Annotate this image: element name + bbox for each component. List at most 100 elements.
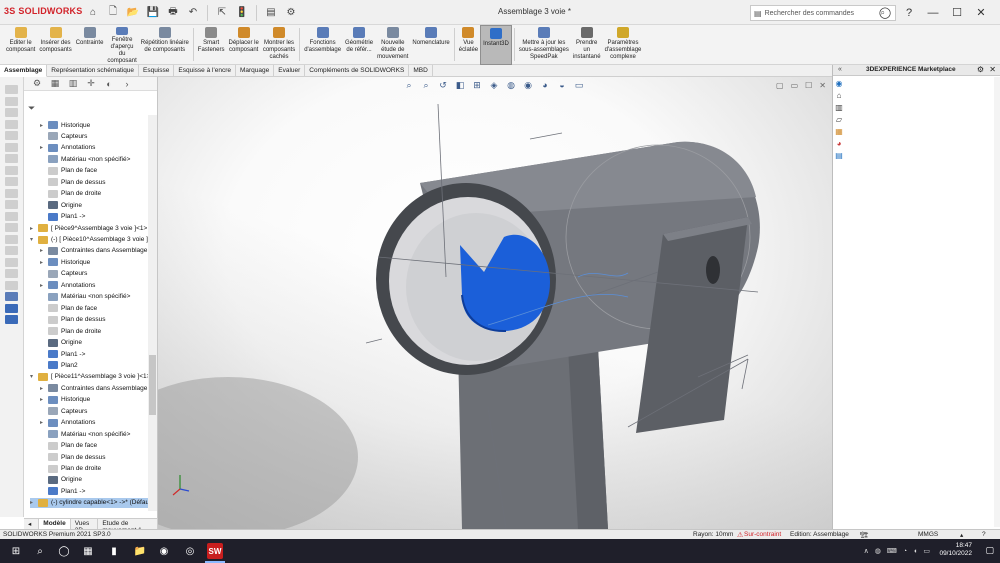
expand-arrow-icon[interactable]: ▸: [40, 144, 48, 151]
bottom-tab-0[interactable]: Modèle: [39, 519, 71, 529]
home-icon[interactable]: ⌂: [85, 4, 101, 20]
new-file-icon[interactable]: 🗋: [105, 4, 121, 20]
minimize-icon[interactable]: —: [924, 4, 942, 22]
file-explorer-icon[interactable]: 📁: [132, 543, 148, 559]
tree-node[interactable]: ▸ Historique: [40, 257, 90, 267]
system-clock[interactable]: 18:47 09/10/2022: [939, 542, 972, 558]
tab-0[interactable]: Assemblage: [0, 65, 48, 77]
scene-icon[interactable]: ◒: [556, 79, 568, 91]
expand-arrow-icon[interactable]: ▸: [30, 225, 38, 232]
folder-icon[interactable]: ▱: [833, 114, 845, 125]
tree-node[interactable]: Plan1 ->: [40, 486, 85, 496]
sketch-tool-icon[interactable]: [5, 246, 18, 255]
tree-node[interactable]: ▸ Historique: [40, 120, 90, 130]
tab-1[interactable]: Représentation schématique: [47, 65, 140, 77]
tree-node[interactable]: ▸ Contraintes dans Assemblage 3: [40, 246, 153, 256]
settings-icon[interactable]: ⚙: [977, 65, 984, 74]
tree-node[interactable]: ▸ Annotations: [40, 418, 95, 428]
tab-5[interactable]: Evaluer: [274, 65, 306, 77]
sketch-tool-icon[interactable]: [5, 131, 18, 140]
close-icon[interactable]: ✕: [972, 4, 990, 22]
tree-node[interactable]: Capteurs: [40, 131, 87, 141]
tree-node[interactable]: Plan de dessus: [40, 315, 105, 325]
sketch-tool-icon[interactable]: [5, 211, 18, 221]
tab-4[interactable]: Marquage: [236, 65, 275, 77]
smart-fasteners-button[interactable]: Smart Fasteners: [196, 25, 227, 65]
reference-geometry-button[interactable]: Géométrie de référ...: [343, 25, 375, 65]
view-palette-icon[interactable]: ▦: [833, 126, 845, 137]
dynamic-annotation-icon[interactable]: ⊞: [471, 79, 483, 91]
help-status-icon[interactable]: ?: [982, 531, 986, 538]
tree-node[interactable]: Plan de droite: [40, 464, 101, 474]
show-hidden-button[interactable]: Montrer les composants cachés: [261, 25, 297, 65]
constraint-status[interactable]: Sur-contraint: [744, 531, 781, 538]
units-dropdown-icon[interactable]: ▴: [960, 531, 963, 539]
expand-arrow-icon[interactable]: ▸: [40, 259, 48, 266]
tree-node[interactable]: Plan de dessus: [40, 452, 105, 462]
dimxpert-icon[interactable]: ✛: [84, 78, 98, 90]
home-icon[interactable]: ⌂: [833, 90, 845, 101]
collapse-pane-icon[interactable]: «: [838, 66, 842, 73]
feature-tree-icon[interactable]: ⚙: [30, 78, 44, 90]
tab-scroll-arrows[interactable]: ◂ ▸: [24, 519, 40, 536]
expand-arrow-icon[interactable]: ▸: [40, 282, 48, 289]
teams-icon[interactable]: ▮: [106, 543, 122, 559]
tree-node[interactable]: Matériau <non spécifié>: [40, 292, 130, 302]
constraint-button[interactable]: Contrainte: [74, 25, 106, 65]
tree-node[interactable]: Capteurs: [40, 406, 87, 416]
close-pane-icon[interactable]: ✕: [989, 65, 996, 74]
sketch-tool-icon[interactable]: [5, 257, 18, 267]
save-icon[interactable]: 💾: [145, 4, 161, 20]
task-view-icon[interactable]: ◯: [56, 543, 72, 559]
notification-icon[interactable]: ▢: [985, 545, 994, 556]
tree-node[interactable]: Plan de face: [40, 441, 97, 451]
linear-pattern-button[interactable]: Répétition linéaire de composants: [139, 25, 191, 65]
exploded-view-button[interactable]: Vue éclatée: [457, 25, 480, 65]
filter-icon[interactable]: ⏷: [28, 103, 35, 114]
preview-window-button[interactable]: Fenêtre d'aperçu du composant: [105, 25, 138, 65]
move-component-button[interactable]: Déplacer le composant: [226, 25, 260, 65]
solidworks-taskbar-icon[interactable]: SW: [207, 543, 223, 559]
tree-node[interactable]: Plan de dessus: [40, 177, 105, 187]
help-icon[interactable]: ?: [900, 4, 918, 22]
expand-arrow-icon[interactable]: ▾: [30, 236, 38, 243]
rebuild-icon[interactable]: 🚦: [234, 4, 250, 20]
tree-node[interactable]: Plan de face: [40, 166, 97, 176]
take-snapshot-button[interactable]: Prendre un instantané: [571, 25, 603, 65]
tab-3[interactable]: Esquisse à l'encre: [174, 65, 236, 77]
tree-node[interactable]: ▸ Annotations: [40, 280, 95, 290]
tray-expand-icon[interactable]: ∧: [864, 547, 869, 555]
viewport-close-icon[interactable]: ✕: [819, 81, 826, 90]
assembly-features-button[interactable]: Fonctions d'assemblage: [302, 25, 343, 65]
widgets-icon[interactable]: ▦: [80, 543, 96, 559]
tree-node[interactable]: ▾ [ Pièce11^Assemblage 3 voie ]<1>: [30, 372, 150, 382]
new-motion-study-button[interactable]: Nouvelle étude de mouvement: [375, 25, 410, 65]
file-properties-icon[interactable]: ▤: [263, 4, 279, 20]
section-view-icon[interactable]: ◧: [454, 79, 466, 91]
expand-arrow-icon[interactable]: ▸: [40, 385, 48, 392]
graphics-area[interactable]: ⌕ ⌕ ↺ ◧ ⊞ ◈ ◍ ◉ ◕ ◒ ▭ ▢ ▭ ☐ ✕: [158, 77, 832, 529]
insert-components-button[interactable]: Insérer des composants: [37, 25, 73, 65]
viewport-minimize-icon[interactable]: ▭: [791, 81, 799, 90]
appearances-icon[interactable]: ◕: [833, 138, 845, 149]
custom-properties-icon[interactable]: ▤: [833, 150, 845, 161]
bom-button[interactable]: Nomenclature: [410, 25, 451, 65]
zoom-area-icon[interactable]: ⌕: [420, 79, 432, 91]
tree-node[interactable]: Plan de droite: [40, 189, 101, 199]
edit-component-button[interactable]: Editer le composant: [4, 25, 37, 65]
bottom-tab-1[interactable]: Vues 3D: [71, 519, 99, 534]
print-icon[interactable]: 🖶: [165, 4, 181, 20]
undo-icon[interactable]: ↶: [185, 4, 201, 20]
sketch-tool-icon[interactable]: [5, 303, 18, 313]
chrome-icon[interactable]: ◎: [182, 543, 198, 559]
view-orientation-icon[interactable]: ◈: [488, 79, 500, 91]
property-manager-icon[interactable]: ▦: [48, 78, 62, 90]
firefox-icon[interactable]: ◉: [156, 543, 172, 559]
large-assembly-button[interactable]: Paramètres d'assemblage complexe: [603, 25, 644, 65]
tree-node[interactable]: Origine: [40, 338, 82, 348]
scrollbar-thumb[interactable]: [149, 355, 156, 415]
sketch-tool-icon[interactable]: [5, 315, 18, 324]
tree-node[interactable]: ▸ (-) cylindre capable<1> ->* (Défaut: [30, 497, 151, 508]
tree-node[interactable]: ▸ [ Pièce9^Assemblage 3 voie ]<1> (: [30, 223, 151, 233]
sketch-tool-icon[interactable]: [5, 96, 18, 106]
